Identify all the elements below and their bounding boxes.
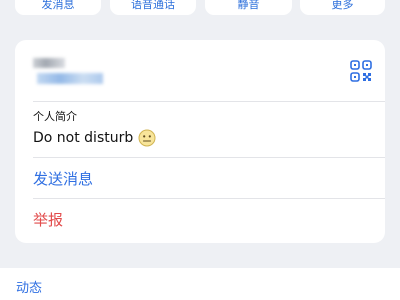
bio-section: 个人简介 Do not disturb (33, 101, 385, 157)
more-action-button[interactable]: 更多 (300, 0, 385, 15)
report-label: 举报 (33, 211, 64, 229)
neutral-face-emoji-icon (138, 129, 156, 147)
voice-call-action-label: 语音通话 (131, 0, 175, 11)
send-message-row[interactable]: 发送消息 (33, 157, 385, 199)
blurred-user-name (33, 53, 105, 89)
profile-card: 个人简介 Do not disturb 发送消息 举报 (15, 40, 385, 243)
blurred-handle-line (37, 73, 103, 84)
profile-header (15, 40, 385, 101)
bio-label: 个人简介 (33, 110, 77, 123)
more-action-label: 更多 (331, 0, 354, 11)
bio-text-row: Do not disturb (33, 129, 156, 147)
qr-code-icon[interactable] (349, 59, 373, 83)
moments-label: 动态 (16, 281, 43, 296)
voice-call-action-button[interactable]: 语音通话 (110, 0, 196, 15)
profile-action-bar: 发消息 语音通话 静音 更多 (15, 0, 385, 15)
send-message-action-button[interactable]: 发消息 (15, 0, 101, 15)
report-row[interactable]: 举报 (33, 198, 385, 240)
moments-section[interactable]: 动态 (0, 268, 400, 300)
blurred-name-line (33, 58, 65, 68)
mute-action-label: 静音 (237, 0, 260, 11)
bio-text: Do not disturb (33, 129, 134, 146)
send-message-action-label: 发消息 (41, 0, 75, 11)
send-message-label: 发送消息 (33, 170, 94, 188)
mute-action-button[interactable]: 静音 (205, 0, 292, 15)
